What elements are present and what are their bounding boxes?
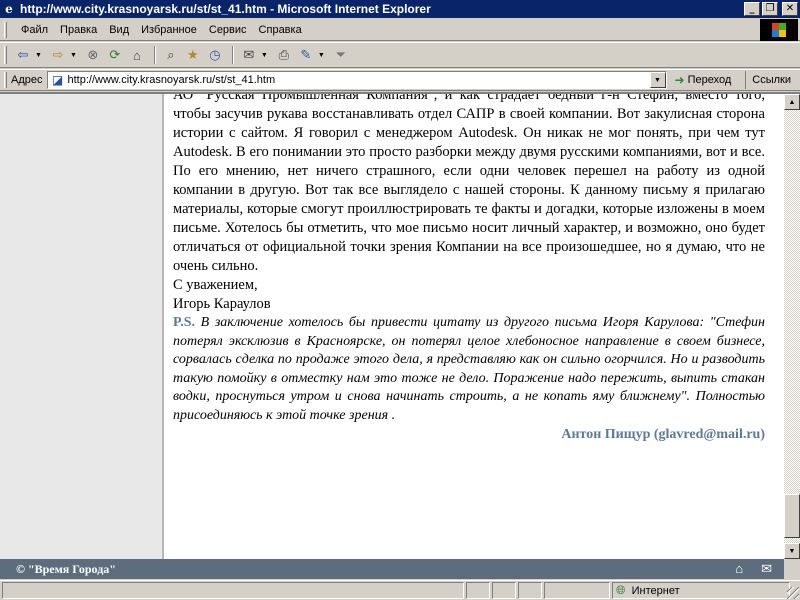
menu-file[interactable]: Файл: [15, 24, 54, 36]
menu-tools[interactable]: Сервис: [203, 24, 253, 36]
vertical-scrollbar[interactable]: ▲ ▼: [784, 94, 800, 559]
status-text-cell: [2, 582, 464, 599]
menu-favorites[interactable]: Избранное: [135, 24, 203, 36]
go-label: Переход: [687, 74, 732, 86]
signature-line: Игорь Караулов: [173, 296, 271, 312]
edit-dropdown-icon[interactable]: ▼: [318, 52, 325, 59]
scroll-up-icon[interactable]: ▲: [784, 94, 800, 110]
menu-edit[interactable]: Правка: [54, 24, 103, 36]
window-controls: _ ❐ ✕: [744, 2, 798, 16]
back-icon[interactable]: ⇦: [13, 45, 33, 65]
globe-icon: 🌐︎: [616, 583, 626, 597]
toolbar-separator: [153, 46, 156, 64]
ps-text: В заключение хотелось бы привести цитату…: [173, 315, 765, 423]
scrollbar-corner: [784, 559, 800, 579]
menu-view[interactable]: Вид: [103, 24, 135, 36]
restore-button[interactable]: ❐: [762, 2, 778, 16]
favorites-icon[interactable]: ★: [183, 45, 203, 65]
menu-bar: Файл Правка Вид Избранное Сервис Справка: [0, 19, 800, 41]
address-grip[interactable]: [4, 72, 7, 88]
mail-icon[interactable]: ✉: [239, 45, 259, 65]
title-bar: e http://www.city.krasnoyarsk.ru/st/st_4…: [0, 0, 800, 18]
page-icon: ◪: [51, 73, 64, 87]
links-button[interactable]: Ссылки: [745, 71, 791, 89]
scroll-down-icon[interactable]: ▼: [784, 543, 800, 559]
resize-grip[interactable]: [787, 587, 799, 599]
forward-dropdown-icon[interactable]: ▼: [70, 52, 77, 59]
article-body: АО "Русская Промышленная Компания", и ка…: [173, 92, 765, 444]
address-url[interactable]: http://www.city.krasnoyarsk.ru/st/st_41.…: [68, 74, 276, 86]
address-label: Адрес: [11, 74, 43, 86]
messenger-icon[interactable]: ⏷: [331, 45, 351, 65]
close-button[interactable]: ✕: [782, 2, 798, 16]
search-icon[interactable]: ⌕: [161, 45, 181, 65]
regards-line: С уважением,: [173, 277, 258, 293]
menu-help[interactable]: Справка: [253, 24, 308, 36]
stop-icon[interactable]: ⊗: [83, 45, 103, 65]
footer-copyright: © "Время Города": [16, 561, 116, 576]
status-cell: [492, 582, 516, 599]
security-zone: 🌐︎ Интернет: [612, 582, 790, 599]
left-column: [0, 94, 164, 559]
page-footer: © "Время Города" ⌂ ✉: [0, 559, 784, 579]
author-credit[interactable]: Антон Пищур (glavred@mail.ru): [173, 425, 765, 444]
status-cell: [544, 582, 610, 599]
page-viewport: АО "Русская Промышленная Компания", и ка…: [0, 92, 800, 559]
go-arrow-icon: ➜: [674, 73, 685, 87]
toolbar-grip[interactable]: [4, 46, 7, 64]
status-bar: 🌐︎ Интернет: [0, 580, 800, 600]
zone-label: Интернет: [631, 584, 680, 597]
envelope-icon[interactable]: ✉: [761, 561, 772, 577]
go-button[interactable]: ➜ Переход: [675, 73, 732, 87]
address-input[interactable]: ◪ http://www.city.krasnoyarsk.ru/st/st_4…: [46, 71, 667, 89]
window-title: http://www.city.krasnoyarsk.ru/st/st_41.…: [20, 2, 431, 16]
footer-icons: ⌂ ✉: [735, 561, 772, 577]
status-cell: [518, 582, 542, 599]
edit-icon[interactable]: ✎: [296, 45, 316, 65]
history-icon[interactable]: ◷: [205, 45, 225, 65]
standard-toolbar: ⇦ ▼ ⇨ ▼ ⊗ ⟳ ⌂ ⌕ ★ ◷ ✉ ▼ ⎙ ✎ ▼ ⏷: [0, 42, 800, 68]
minimize-button[interactable]: _: [744, 2, 760, 16]
article-paragraph: АО "Русская Промышленная Компания", и ка…: [173, 92, 765, 274]
scroll-track[interactable]: [784, 110, 800, 543]
ps-label: P.S.: [173, 315, 196, 330]
home-icon[interactable]: ⌂: [127, 45, 147, 65]
postscript: P.S. В заключение хотелось бы привести ц…: [173, 314, 765, 425]
forward-icon[interactable]: ⇨: [48, 45, 68, 65]
toolbar-separator: [231, 46, 234, 64]
print-icon[interactable]: ⎙: [274, 45, 294, 65]
address-dropdown-icon[interactable]: ▼: [649, 72, 666, 88]
windows-logo-icon: [760, 19, 798, 41]
mail-dropdown-icon[interactable]: ▼: [261, 52, 268, 59]
home-footer-icon[interactable]: ⌂: [735, 561, 743, 577]
scroll-thumb[interactable]: [784, 494, 800, 538]
refresh-icon[interactable]: ⟳: [105, 45, 125, 65]
status-cell: [466, 582, 490, 599]
address-bar: Адрес ◪ http://www.city.krasnoyarsk.ru/s…: [0, 69, 800, 91]
menu-grip[interactable]: [4, 21, 7, 38]
ie-logo-icon: e: [5, 2, 13, 16]
back-dropdown-icon[interactable]: ▼: [35, 52, 42, 59]
